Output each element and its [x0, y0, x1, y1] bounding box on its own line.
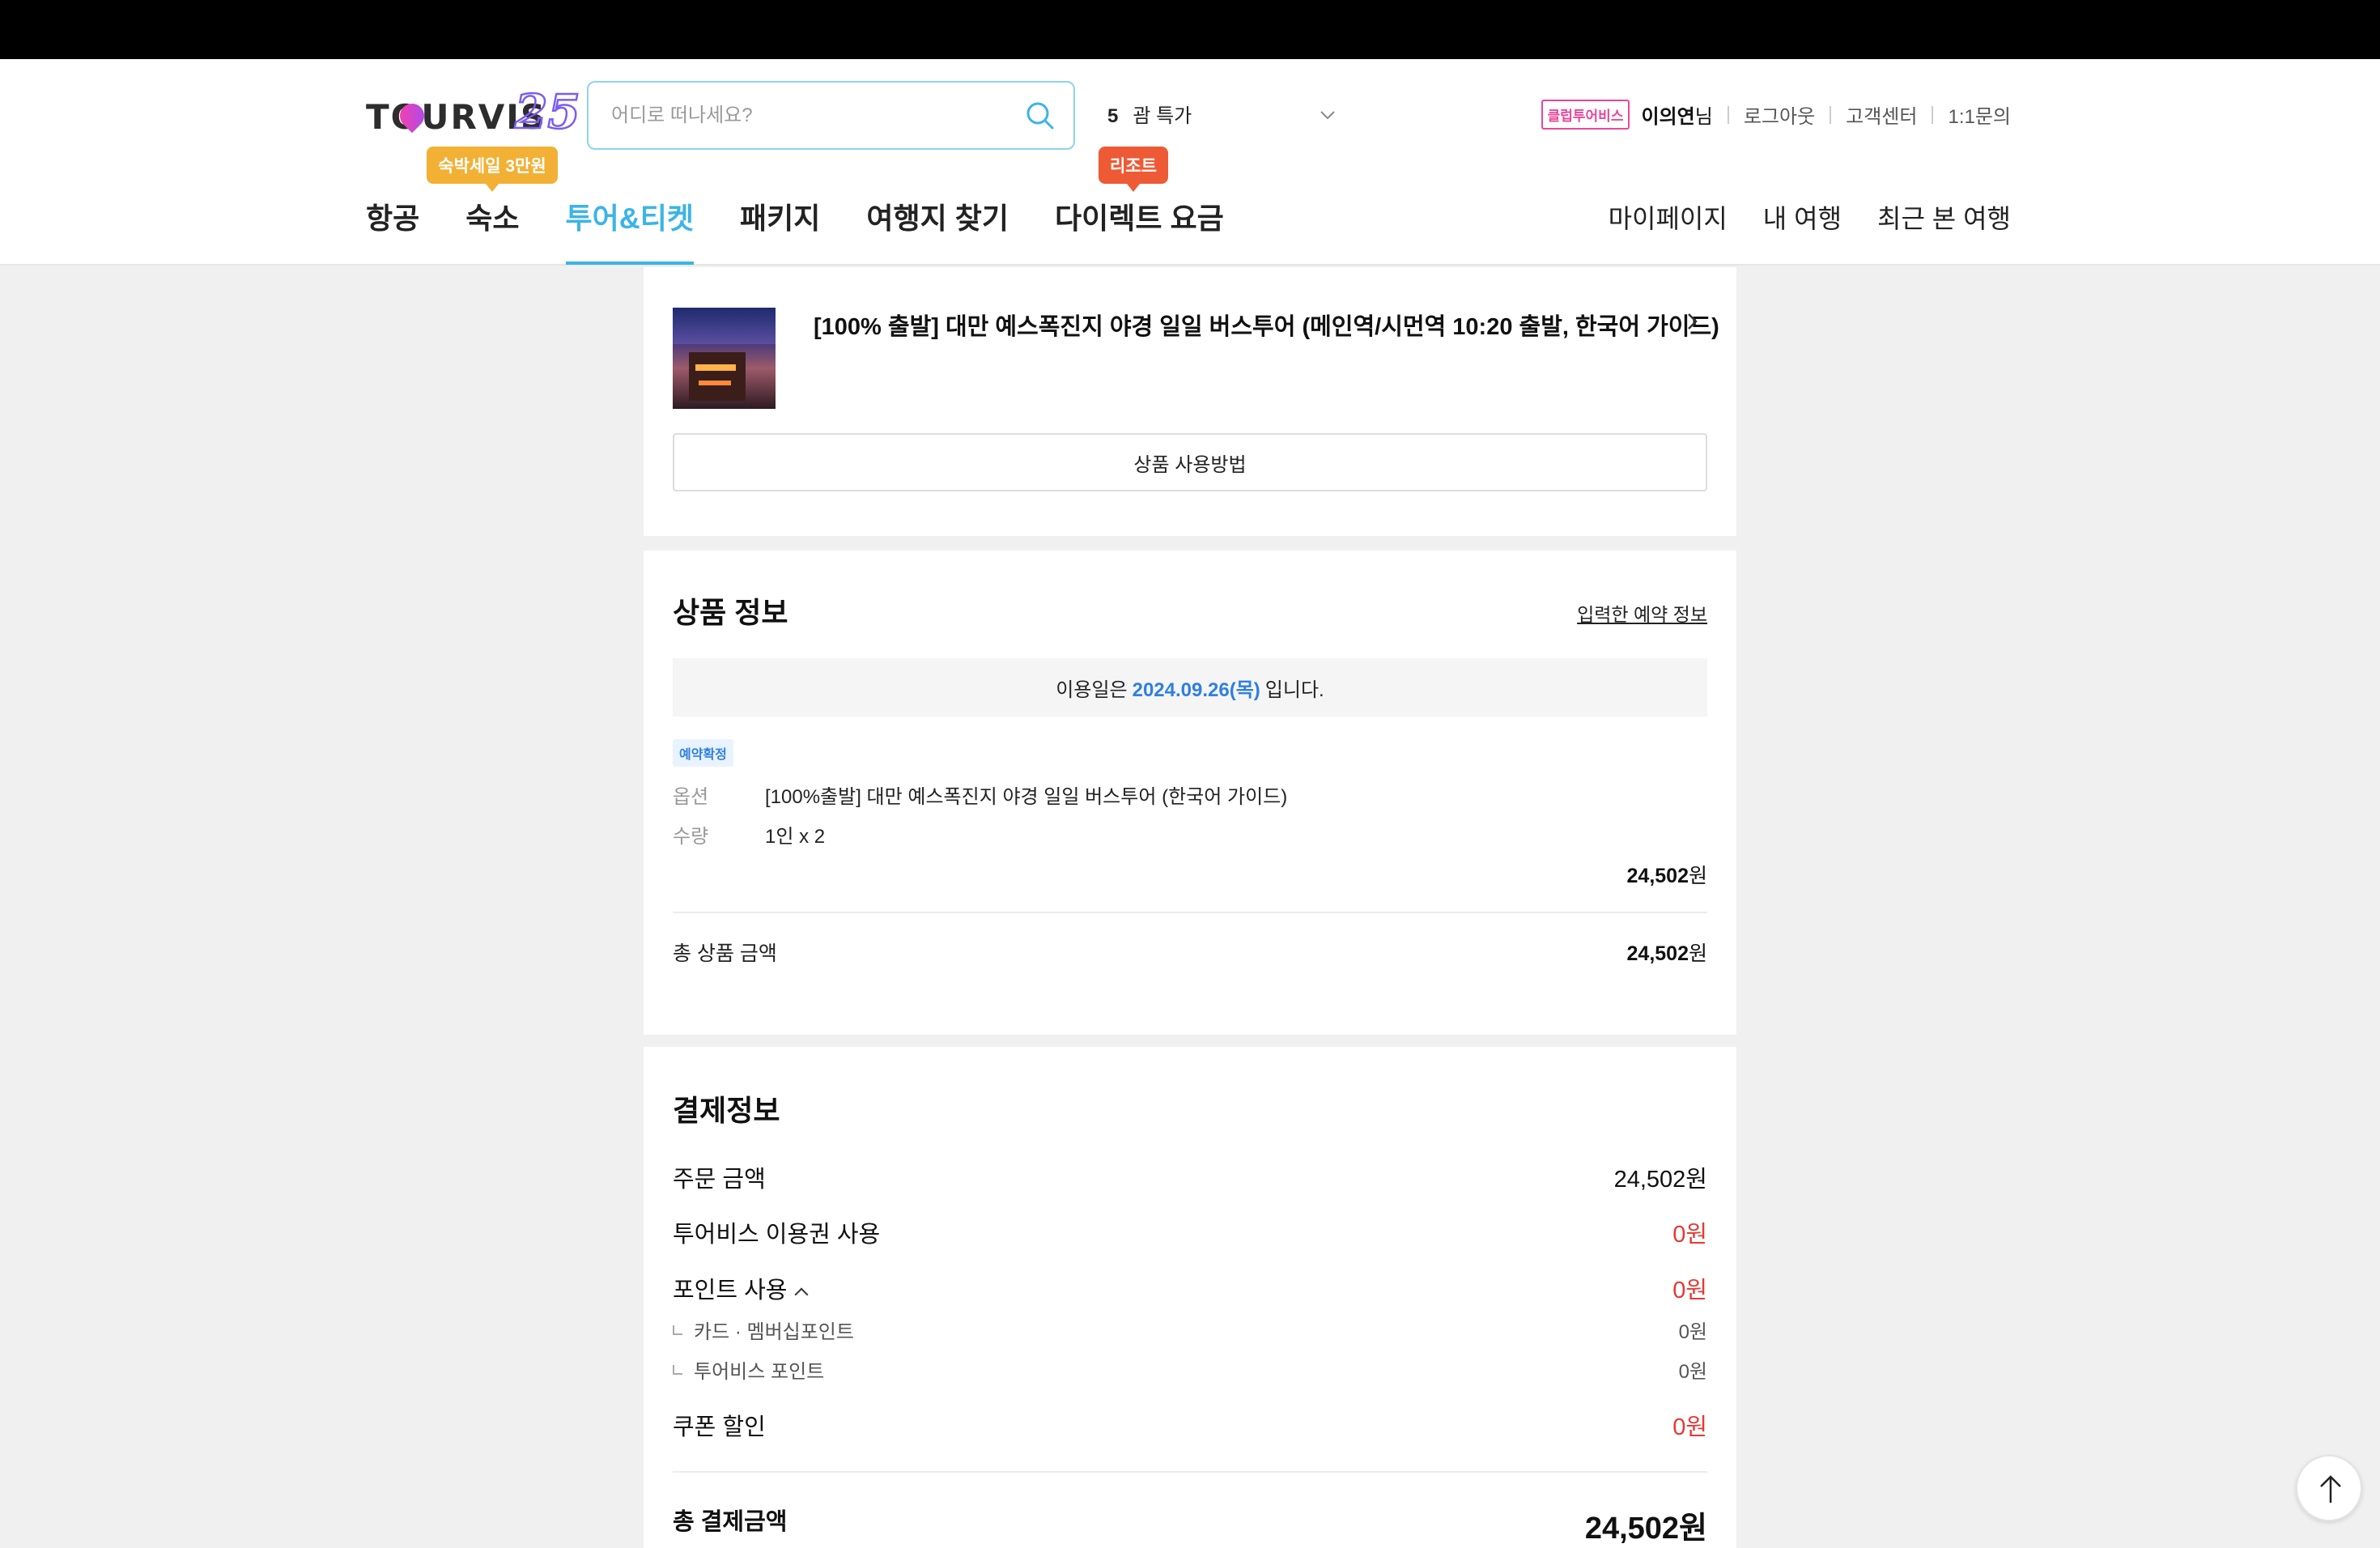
coupon-row: 쿠폰 할인 0원	[673, 1408, 1707, 1442]
nav-package[interactable]: 패키지	[740, 195, 820, 265]
point-value: 0원	[1672, 1278, 1707, 1303]
divider	[673, 1471, 1707, 1473]
club-tourvis-badge: 클럽투어비스	[1541, 100, 1630, 130]
promo-text: 괌 특가	[1133, 105, 1192, 127]
logo-25: 25	[514, 83, 581, 141]
usage-date: 2024.09.26(목)	[1132, 678, 1260, 701]
chevron-up-icon[interactable]	[794, 1287, 809, 1302]
item-price: 24,502원	[1627, 860, 1707, 889]
inquiry-link[interactable]: 1:1문의	[1948, 100, 2011, 129]
point-label: 포인트 사용	[673, 1278, 788, 1303]
user-nav: 마이페이지 내 여행 최근 본 여행	[1573, 198, 2011, 236]
nav-lodging[interactable]: 숙소 숙박세일 3만원	[427, 147, 558, 265]
date-prefix: 이용일은	[1056, 678, 1128, 701]
final-amount-label: 총 결제금액	[673, 1509, 788, 1535]
resort-bubble: 리조트	[1098, 147, 1168, 192]
product-info-section: 상품 정보 입력한 예약 정보 이용일은 2024.09.26(목) 입니다. …	[644, 551, 1736, 1035]
my-trips-link[interactable]: 내 여행	[1763, 198, 1842, 236]
nav-direct-fare-label: 다이렉트 요금	[1054, 202, 1224, 235]
tourvis-point-label: 투어비스 포인트	[694, 1361, 825, 1383]
option-value: [100%출발] 대만 예스폭진지 야경 일일 버스투어 (한국어 가이드)	[765, 786, 1288, 808]
divider	[1830, 105, 1832, 124]
product-thumbnail[interactable]	[673, 308, 776, 409]
divider	[673, 912, 1707, 913]
promo-ticker[interactable]: 5 괌 특가	[1107, 100, 1192, 128]
order-detail-content: [100% 출발] 대만 예스폭진지 야경 일일 버스투어 (메인역/시먼역 1…	[644, 267, 1736, 1548]
main-nav: 항공 숙소 숙박세일 3만원 투어&티켓 패키지 여행지 찾기 다이렉트 요금 …	[366, 147, 1270, 265]
product-info-title: 상품 정보	[673, 596, 788, 629]
order-amount-row: 주문 금액 24,502원	[673, 1160, 1707, 1194]
order-amount-label: 주문 금액	[673, 1167, 766, 1193]
tourvis-point-value: 0원	[1678, 1361, 1707, 1383]
final-amount-value: 24,502원	[1584, 1512, 1707, 1546]
option-label: 옵션	[673, 786, 709, 808]
usage-date-box: 이용일은 2024.09.26(목) 입니다.	[673, 658, 1707, 717]
nav-tour-ticket[interactable]: 투어&티켓	[565, 195, 694, 265]
payment-info-title: 결제정보	[673, 1094, 780, 1127]
voucher-value: 0원	[1672, 1222, 1707, 1248]
voucher-row: 투어비스 이용권 사용 0원	[673, 1215, 1707, 1249]
tourvis-logo[interactable]: TOURVIS 25	[366, 83, 581, 141]
nav-destination[interactable]: 여행지 찾기	[866, 195, 1009, 265]
voucher-label: 투어비스 이용권 사용	[673, 1222, 881, 1248]
total-product-price-value: 24,502	[1626, 942, 1689, 965]
nav-lodging-label: 숙소	[465, 202, 520, 235]
quantity-row: 수량 1인 x 2	[673, 820, 825, 848]
tourvis-point-row: 투어비스 포인트 0원	[673, 1355, 1707, 1384]
chevron-right-icon[interactable]	[1682, 309, 1702, 334]
currency-unit: 원	[1688, 865, 1707, 887]
promo-number: 5	[1107, 105, 1119, 127]
card-point-row: 카드 · 멤버십포인트 0원	[673, 1316, 1707, 1344]
order-amount-value: 24,502원	[1613, 1167, 1707, 1193]
nav-flight[interactable]: 항공	[366, 195, 419, 265]
date-suffix: 입니다.	[1264, 678, 1324, 701]
total-product-price: 24,502원	[1627, 938, 1707, 967]
item-price-value: 24,502	[1626, 865, 1689, 887]
payment-info-section: 결제정보 주문 금액 24,502원 투어비스 이용권 사용 0원 포인트 사용…	[644, 1047, 1736, 1548]
point-label-wrap[interactable]: 포인트 사용	[673, 1271, 809, 1305]
reservation-info-link[interactable]: 입력한 예약 정보	[1577, 599, 1707, 627]
search-box	[587, 81, 1075, 150]
user-suffix: 님	[1694, 106, 1713, 128]
card-point-label: 카드 · 멤버십포인트	[694, 1321, 854, 1343]
usage-guide-button[interactable]: 상품 사용방법	[673, 433, 1707, 491]
option-row: 옵션 [100%출발] 대만 예스폭진지 야경 일일 버스투어 (한국어 가이드)	[673, 780, 1287, 809]
top-black-bar	[0, 0, 2380, 59]
total-product-label: 총 상품 금액	[673, 942, 777, 965]
search-input[interactable]	[611, 99, 1000, 133]
site-header: TOURVIS 25 5 괌 특가 클럽투어비스 이의연님 로그아웃 고객센터 1…	[0, 59, 2380, 266]
mypage-link[interactable]: 마이페이지	[1609, 198, 1728, 236]
sub-item-corner-icon	[673, 1365, 682, 1375]
divider	[1727, 105, 1729, 124]
lodging-sale-bubble: 숙박세일 3만원	[427, 147, 558, 192]
scroll-to-top-button[interactable]	[2296, 1455, 2362, 1521]
coupon-value: 0원	[1672, 1414, 1707, 1440]
chevron-down-icon[interactable]	[1319, 106, 1337, 124]
product-card: [100% 출발] 대만 예스폭진지 야경 일일 버스투어 (메인역/시먼역 1…	[644, 267, 1736, 536]
recently-viewed-link[interactable]: 최근 본 여행	[1877, 198, 2011, 236]
logout-link[interactable]: 로그아웃	[1744, 100, 1815, 129]
point-row[interactable]: 포인트 사용 0원	[673, 1271, 1707, 1305]
currency-unit: 원	[1688, 942, 1707, 965]
nav-direct-fare[interactable]: 다이렉트 요금 리조트	[1054, 147, 1224, 265]
search-icon[interactable]	[1022, 97, 1059, 134]
coupon-label: 쿠폰 할인	[673, 1414, 766, 1440]
arrow-up-icon	[2320, 1475, 2341, 1503]
sub-item-corner-icon	[673, 1325, 682, 1335]
final-amount-row: 총 결제금액 24,502원	[673, 1503, 1707, 1547]
customer-center-link[interactable]: 고객센터	[1846, 100, 1917, 129]
user-name[interactable]: 이의연	[1641, 100, 1694, 129]
quantity-value: 1인 x 2	[765, 826, 826, 848]
utility-links: 클럽투어비스 이의연 님 로그아웃 고객센터 1:1문의	[1541, 100, 2011, 130]
status-badge: 예약확정	[673, 739, 733, 767]
card-point-value: 0원	[1678, 1321, 1707, 1343]
quantity-label: 수량	[673, 826, 709, 848]
product-title[interactable]: [100% 출발] 대만 예스폭진지 야경 일일 버스투어 (메인역/시먼역 1…	[814, 308, 1719, 342]
divider	[1932, 105, 1934, 124]
